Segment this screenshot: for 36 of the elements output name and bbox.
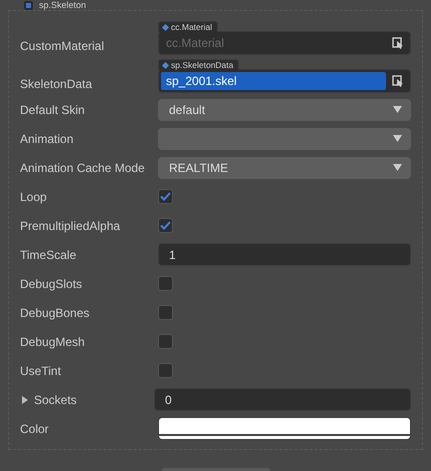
color-swatch[interactable] [158,417,411,440]
asset-type-tag: cc.Material [158,21,218,32]
asset-type-tag: sp.SkeletonData [158,59,240,70]
caret-icon [393,164,402,171]
property-label: Loop [20,188,48,206]
property-label: Animation [20,130,74,148]
property-label: Animation Cache Mode [20,160,146,176]
enable-checkbox[interactable] [24,1,33,10]
property-label: Color [20,420,50,438]
number-field[interactable]: 1 [158,243,411,266]
picker-icon[interactable] [392,75,404,87]
component-title: sp.Skeleton [39,1,86,10]
checkbox[interactable] [158,305,173,320]
dropdown[interactable]: REALTIME [158,156,411,178]
property-label: DebugSlots [20,276,84,292]
number-field[interactable]: 0 [154,388,411,411]
property-label: UseTint [20,362,62,380]
dropdown[interactable]: default [158,98,411,120]
caret-icon [393,135,402,142]
property-label: TimeScale [20,246,78,264]
property-label: Sockets [34,392,77,408]
expand-arrow-icon[interactable] [22,396,28,404]
property-label: DebugBones [20,304,90,322]
property-label: SkeletonData [20,76,94,93]
checkbox[interactable] [158,276,173,291]
checkbox[interactable] [158,363,173,378]
property-label: DebugMesh [20,334,86,350]
checkbox[interactable] [158,218,173,233]
caret-icon [393,106,402,113]
property-label: Default Skin [20,102,86,118]
property-label: CustomMaterial [20,38,106,55]
checkbox[interactable] [158,334,173,349]
asset-field[interactable]: sp_2001.skel [158,69,411,93]
picker-icon[interactable] [392,37,404,49]
property-label: PremultipliedAlpha [20,218,122,234]
checkbox[interactable] [158,189,173,204]
